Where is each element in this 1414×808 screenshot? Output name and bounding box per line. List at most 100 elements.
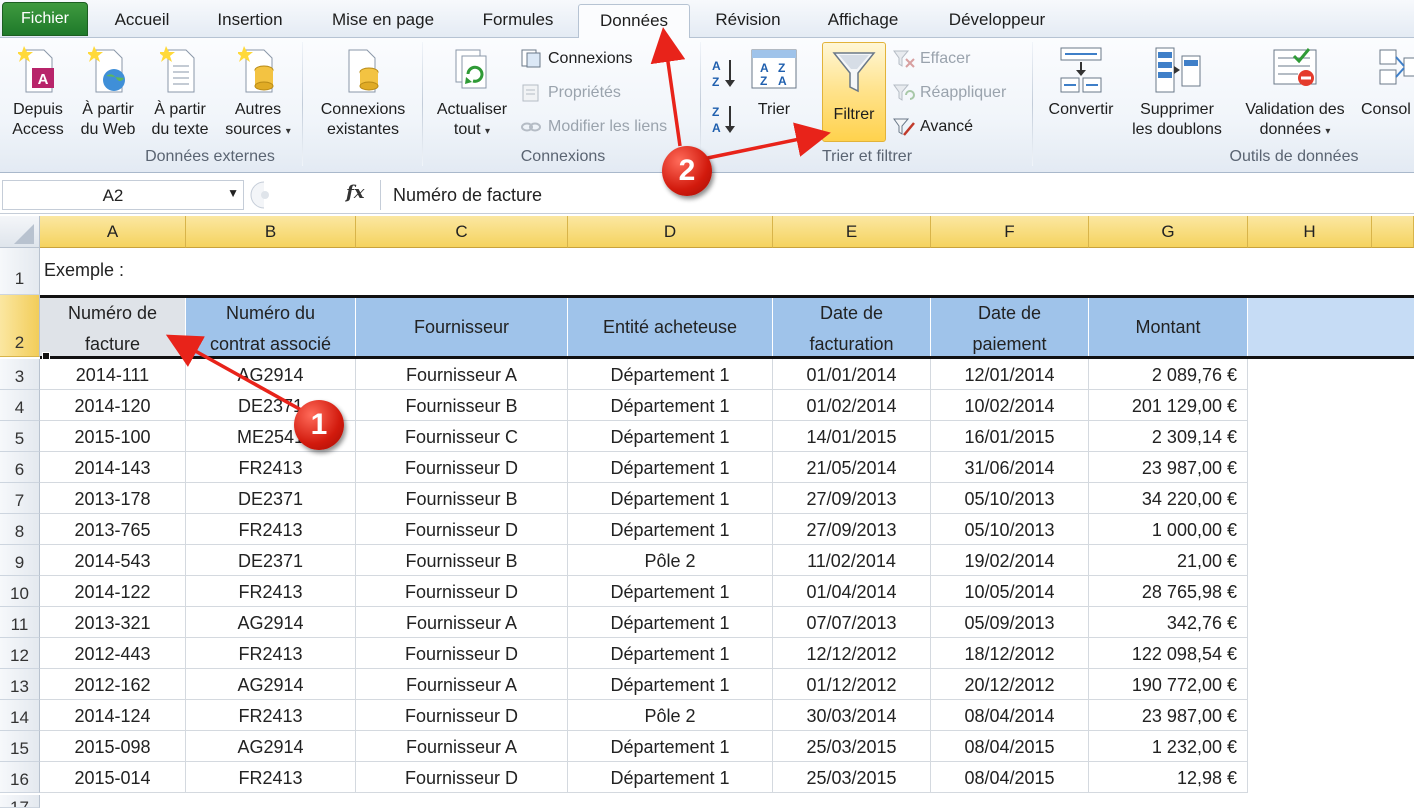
- row-header[interactable]: 5: [0, 421, 40, 452]
- cell-numero-facture[interactable]: 2014-543: [40, 545, 186, 576]
- cell-montant[interactable]: 122 098,54 €: [1089, 638, 1248, 669]
- depuis-access-button[interactable]: A Depuis Access: [4, 44, 72, 140]
- cell-numero-contrat[interactable]: AG2914: [186, 669, 356, 700]
- tab-developpeur[interactable]: Développeur: [930, 4, 1064, 38]
- column-header-d[interactable]: D: [568, 216, 773, 248]
- avance-button[interactable]: Avancé: [890, 114, 973, 140]
- cell-date-paiement[interactable]: 08/04/2015: [931, 731, 1089, 762]
- cell-numero-facture[interactable]: 2012-162: [40, 669, 186, 700]
- cell-entite-acheteuse[interactable]: Département 1: [568, 638, 773, 669]
- cell-numero-contrat[interactable]: FR2413: [186, 700, 356, 731]
- cell-entite-acheteuse[interactable]: Département 1: [568, 421, 773, 452]
- actualiser-tout-button[interactable]: Actualiser tout ▾: [428, 44, 516, 142]
- tab-fichier[interactable]: Fichier: [2, 2, 88, 36]
- row-header[interactable]: 10: [0, 576, 40, 607]
- cell-date-paiement[interactable]: 10/05/2014: [931, 576, 1089, 607]
- cell-numero-contrat[interactable]: FR2413: [186, 576, 356, 607]
- row-header[interactable]: 14: [0, 700, 40, 731]
- cell-montant[interactable]: 34 220,00 €: [1089, 483, 1248, 514]
- cell-montant[interactable]: 23 987,00 €: [1089, 452, 1248, 483]
- cell-date-facturation[interactable]: 25/03/2015: [773, 762, 931, 793]
- cell-numero-contrat[interactable]: FR2413: [186, 638, 356, 669]
- cell-entite-acheteuse[interactable]: Département 1: [568, 669, 773, 700]
- cell-fournisseur[interactable]: Fournisseur C: [356, 421, 568, 452]
- cell-montant[interactable]: 2 309,14 €: [1089, 421, 1248, 452]
- header-numero-contrat[interactable]: Numéro du contrat associé: [186, 298, 356, 356]
- cell-montant[interactable]: 342,76 €: [1089, 607, 1248, 638]
- cell-date-paiement[interactable]: 05/10/2013: [931, 483, 1089, 514]
- cell-date-paiement[interactable]: 31/06/2014: [931, 452, 1089, 483]
- cell-fournisseur[interactable]: Fournisseur A: [356, 731, 568, 762]
- cell-numero-contrat[interactable]: AG2914: [186, 607, 356, 638]
- chevron-down-icon[interactable]: ▼: [227, 186, 239, 200]
- a-partir-texte-button[interactable]: À partir du texte: [144, 44, 216, 140]
- cell-numero-facture[interactable]: 2014-120: [40, 390, 186, 421]
- cell-numero-contrat[interactable]: AG2914: [186, 731, 356, 762]
- convertir-button[interactable]: Convertir: [1040, 44, 1122, 120]
- cell-fournisseur[interactable]: Fournisseur B: [356, 483, 568, 514]
- row-header[interactable]: 8: [0, 514, 40, 545]
- row-header[interactable]: 12: [0, 638, 40, 669]
- cell-entite-acheteuse[interactable]: Département 1: [568, 607, 773, 638]
- cell-montant[interactable]: 21,00 €: [1089, 545, 1248, 576]
- autres-sources-button[interactable]: Autres sources ▾: [218, 44, 298, 142]
- cell-montant[interactable]: 23 987,00 €: [1089, 700, 1248, 731]
- cell-date-facturation[interactable]: 01/02/2014: [773, 390, 931, 421]
- column-header-c[interactable]: C: [356, 216, 568, 248]
- header-date-paiement[interactable]: Date de paiement: [931, 298, 1089, 356]
- cell-numero-facture[interactable]: 2015-098: [40, 731, 186, 762]
- cell-date-facturation[interactable]: 27/09/2013: [773, 483, 931, 514]
- row-header[interactable]: 11: [0, 607, 40, 638]
- tab-accueil[interactable]: Accueil: [96, 4, 188, 38]
- row-header-1[interactable]: 1: [0, 248, 40, 295]
- row-header[interactable]: 3: [0, 359, 40, 390]
- cell-date-paiement[interactable]: 10/02/2014: [931, 390, 1089, 421]
- select-all-corner[interactable]: [0, 216, 40, 248]
- cell-fournisseur[interactable]: Fournisseur D: [356, 514, 568, 545]
- cell-entite-acheteuse[interactable]: Pôle 2: [568, 700, 773, 731]
- column-header-g[interactable]: G: [1089, 216, 1248, 248]
- row-header-2[interactable]: 2: [0, 295, 40, 357]
- cell-montant[interactable]: 12,98 €: [1089, 762, 1248, 793]
- effacer-button[interactable]: Effacer: [890, 46, 970, 72]
- cell-entite-acheteuse[interactable]: Département 1: [568, 762, 773, 793]
- tab-affichage[interactable]: Affichage: [810, 4, 916, 38]
- proprietes-button[interactable]: Propriétés: [518, 80, 621, 106]
- row-header-17[interactable]: 17: [0, 795, 40, 808]
- cell-date-facturation[interactable]: 01/01/2014: [773, 359, 931, 390]
- cell-numero-contrat[interactable]: AG2914: [186, 359, 356, 390]
- cell-entite-acheteuse[interactable]: Département 1: [568, 390, 773, 421]
- cell-fournisseur[interactable]: Fournisseur D: [356, 762, 568, 793]
- row-header[interactable]: 4: [0, 390, 40, 421]
- cell-numero-facture[interactable]: 2015-014: [40, 762, 186, 793]
- cell-date-paiement[interactable]: 19/02/2014: [931, 545, 1089, 576]
- sort-za-button[interactable]: Z A: [710, 102, 740, 136]
- tab-mise-en-page[interactable]: Mise en page: [318, 4, 448, 38]
- header-date-facturation[interactable]: Date de facturation: [773, 298, 931, 356]
- cell-fournisseur[interactable]: Fournisseur D: [356, 576, 568, 607]
- tab-revision[interactable]: Révision: [700, 4, 796, 38]
- consolider-button[interactable]: Consol: [1358, 44, 1414, 120]
- cell-fournisseur[interactable]: Fournisseur D: [356, 452, 568, 483]
- trier-button[interactable]: A Z Z A Trier: [746, 46, 802, 120]
- cell-date-paiement[interactable]: 05/09/2013: [931, 607, 1089, 638]
- cell-montant[interactable]: 201 129,00 €: [1089, 390, 1248, 421]
- cell-fournisseur[interactable]: Fournisseur D: [356, 700, 568, 731]
- cell-entite-acheteuse[interactable]: Pôle 2: [568, 545, 773, 576]
- column-header-h[interactable]: H: [1248, 216, 1372, 248]
- name-box[interactable]: A2 ▼: [2, 180, 244, 210]
- row-header[interactable]: 15: [0, 731, 40, 762]
- cell-numero-facture[interactable]: 2013-178: [40, 483, 186, 514]
- column-header-i[interactable]: [1372, 216, 1414, 248]
- header-numero-facture[interactable]: Numéro de facture: [40, 298, 186, 356]
- cell-montant[interactable]: 1 000,00 €: [1089, 514, 1248, 545]
- cell-date-paiement[interactable]: 08/04/2014: [931, 700, 1089, 731]
- cell-date-paiement[interactable]: 18/12/2012: [931, 638, 1089, 669]
- cell-numero-contrat[interactable]: DE2371: [186, 545, 356, 576]
- cell-montant[interactable]: 190 772,00 €: [1089, 669, 1248, 700]
- sort-az-button[interactable]: A Z: [710, 56, 740, 90]
- cell-fournisseur[interactable]: Fournisseur A: [356, 607, 568, 638]
- cell-fournisseur[interactable]: Fournisseur B: [356, 390, 568, 421]
- cell-entite-acheteuse[interactable]: Département 1: [568, 576, 773, 607]
- cell-montant[interactable]: 1 232,00 €: [1089, 731, 1248, 762]
